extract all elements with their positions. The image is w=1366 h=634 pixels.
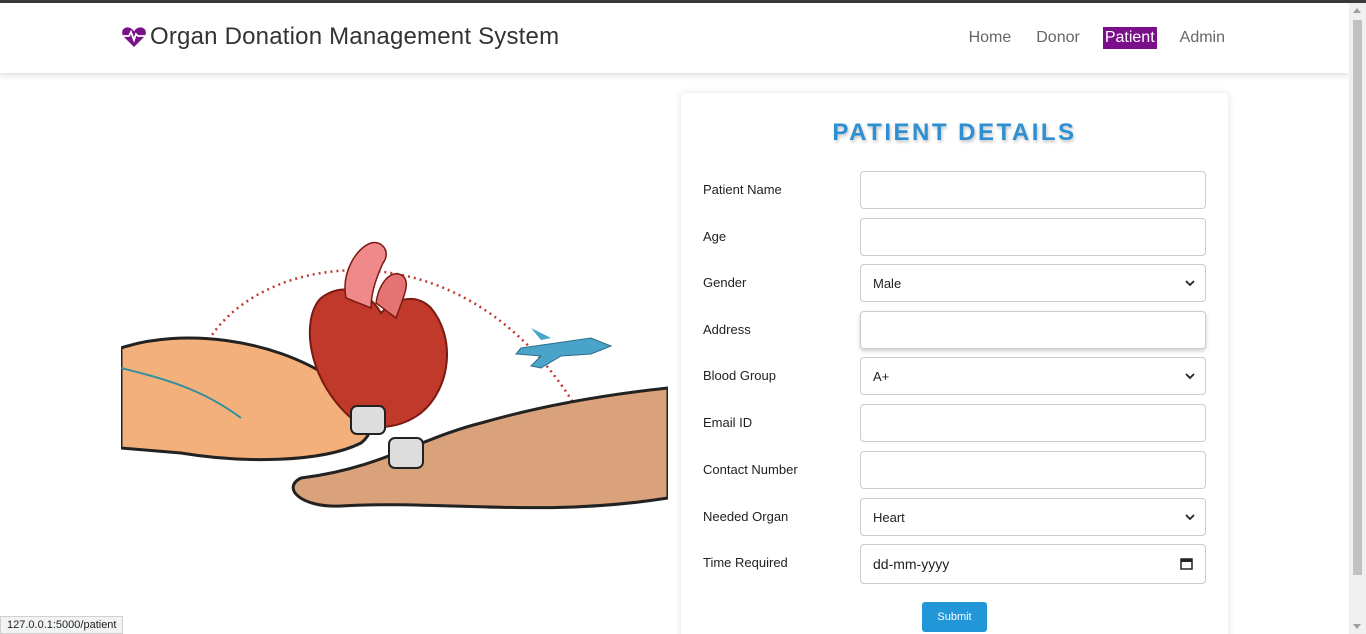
nav-links: Home Donor Patient Admin [946,27,1227,49]
brand-title: Organ Donation Management System [150,23,560,50]
status-bar-url: 127.0.0.1:5000/patient [0,616,124,634]
nav-donor[interactable]: Donor [1034,27,1082,49]
needed-organ-select[interactable]: Heart [860,498,1206,536]
form-row-email: Email ID [703,404,1206,442]
label-email: Email ID [703,415,753,430]
navbar: Organ Donation Management System Home Do… [0,3,1349,73]
label-contact-number: Contact Number [703,462,798,477]
form-row-gender: Gender Male [703,264,1206,302]
form-row-address: Address [703,311,1206,349]
label-patient-name: Patient Name [703,182,782,197]
scroll-thumb[interactable] [1353,20,1362,575]
label-time-required: Time Required [703,555,788,570]
submit-button[interactable]: Submit [922,602,987,632]
vertical-scrollbar[interactable] [1349,3,1366,634]
heartbeat-icon [122,27,146,47]
form-row-needed-organ: Needed Organ Heart [703,498,1206,536]
form-row-patient-name: Patient Name [703,171,1206,209]
label-gender: Gender [703,275,747,290]
chevron-down-icon [1185,373,1195,380]
age-input[interactable] [860,218,1206,256]
gender-select-value: Male [873,276,902,291]
email-input[interactable] [860,404,1206,442]
hands-heart-illustration [121,228,668,534]
scroll-down-arrow-icon[interactable] [1353,624,1361,629]
chevron-down-icon [1185,280,1195,287]
hero-illustration [121,228,668,534]
blood-group-select-value: A+ [873,369,890,384]
form-title: PATIENT DETAILS [832,119,1077,146]
form-row-blood-group: Blood Group A+ [703,357,1206,395]
brand[interactable]: Organ Donation Management System [121,23,559,51]
label-blood-group: Blood Group [703,368,776,383]
label-needed-organ: Needed Organ [703,509,789,524]
chevron-down-icon [1185,514,1195,521]
nav-admin[interactable]: Admin [1178,27,1227,49]
address-input[interactable] [860,311,1206,349]
blood-group-select[interactable]: A+ [860,357,1206,395]
form-row-time-required: Time Required dd-mm-yyyy [703,544,1206,584]
scroll-up-arrow-icon[interactable] [1353,8,1361,13]
nav-patient[interactable]: Patient [1102,27,1157,49]
contact-number-input[interactable] [860,451,1206,489]
nav-home[interactable]: Home [967,27,1014,49]
label-address: Address [703,322,751,337]
label-age: Age [703,229,727,244]
needed-organ-select-value: Heart [873,510,905,525]
gender-select[interactable]: Male [860,264,1206,302]
patient-form-card: PATIENT DETAILS Patient Name Age Gender … [681,93,1228,634]
form-row-age: Age [703,218,1206,256]
form-row-contact: Contact Number [703,451,1206,489]
date-placeholder: dd-mm-yyyy [873,556,950,572]
patient-name-input[interactable] [860,171,1206,209]
time-required-date-input[interactable]: dd-mm-yyyy [860,544,1206,584]
calendar-icon[interactable] [1180,557,1193,570]
